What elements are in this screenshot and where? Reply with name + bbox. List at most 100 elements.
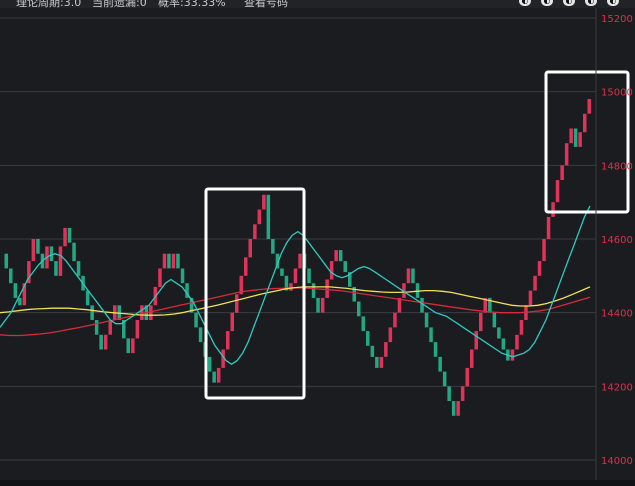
down-bar [85, 290, 90, 306]
up-bar [244, 257, 248, 276]
down-bar [307, 268, 311, 284]
up-bar [262, 194, 266, 210]
down-bar [343, 261, 347, 273]
up-bar [533, 275, 537, 291]
up-bar [465, 367, 469, 387]
y-tick-label: 14800 [601, 161, 633, 172]
up-bar [334, 250, 338, 262]
moving-average-lines [0, 205, 591, 365]
down-bar [180, 268, 185, 284]
down-bar [72, 242, 76, 262]
down-bar [90, 305, 94, 320]
up-bar [329, 261, 334, 280]
up-bar [551, 202, 555, 217]
up-bar [58, 246, 63, 276]
down-bar [357, 301, 361, 317]
up-bar [131, 338, 135, 354]
down-bar [497, 327, 501, 339]
down-bar [420, 297, 424, 313]
up-bar [103, 334, 108, 350]
y-tick-label: 15000 [601, 88, 633, 99]
down-bar [271, 239, 275, 254]
down-bar [194, 312, 198, 328]
down-bar [99, 334, 103, 350]
up-bar [388, 327, 393, 343]
down-bar [366, 331, 370, 346]
up-bar [555, 180, 560, 203]
up-bar [470, 349, 474, 368]
up-bar [135, 320, 140, 339]
down-bar [501, 338, 506, 350]
down-bar [167, 253, 171, 269]
y-tick-label: 14000 [601, 456, 633, 467]
highlight-box-left [204, 187, 306, 400]
up-bar [460, 386, 465, 401]
up-bar [379, 356, 384, 368]
up-bar [519, 320, 524, 335]
up-bar [253, 224, 257, 239]
up-bar [474, 331, 478, 350]
up-bar [108, 320, 112, 335]
up-bar [393, 312, 397, 328]
up-bar [560, 165, 564, 180]
down-bar [311, 283, 316, 298]
down-bar [4, 253, 8, 269]
down-bar [451, 401, 456, 416]
up-bar [479, 312, 483, 332]
up-bar [578, 132, 582, 147]
down-bar [67, 227, 72, 243]
up-bar [546, 216, 551, 239]
trend-bars [4, 99, 591, 416]
down-bar [13, 283, 18, 298]
up-bar [158, 268, 162, 287]
up-bar [406, 268, 411, 284]
y-tick-label: 14600 [601, 235, 633, 246]
down-bar [370, 345, 375, 357]
down-bar [36, 239, 40, 254]
down-bar [447, 386, 451, 401]
ma-fast-line [0, 205, 591, 365]
down-bar [94, 320, 99, 335]
down-bar [126, 338, 130, 354]
down-bar [9, 268, 13, 284]
up-bar [140, 305, 144, 320]
up-bar [325, 279, 329, 298]
up-bar [587, 99, 591, 114]
down-bar [429, 327, 433, 343]
down-bar [49, 246, 54, 262]
up-bar [583, 113, 587, 133]
down-bar [411, 268, 415, 284]
down-bar [198, 327, 203, 343]
up-bar [257, 209, 262, 225]
up-bar [528, 290, 533, 306]
up-bar [298, 253, 302, 269]
down-bar [207, 356, 212, 372]
up-bar [569, 128, 573, 144]
up-bar [289, 283, 293, 291]
down-bar [492, 312, 497, 328]
up-bar [564, 143, 569, 166]
up-bar [537, 261, 542, 276]
down-bar [280, 268, 284, 276]
up-bar [542, 239, 546, 262]
down-bar [54, 261, 58, 276]
up-bar [248, 239, 252, 258]
down-bar [76, 261, 81, 276]
up-bar [226, 331, 230, 350]
up-bar [456, 401, 460, 416]
up-bar [515, 334, 519, 350]
y-tick-label: 14400 [601, 309, 633, 320]
down-bar [424, 312, 429, 328]
grid-lines [0, 17, 596, 461]
down-bar [442, 371, 447, 387]
bottom-bar [0, 480, 635, 486]
up-bar [510, 349, 515, 361]
up-bar [320, 297, 325, 313]
down-bar [361, 316, 365, 332]
down-bar [176, 253, 180, 269]
up-bar [293, 268, 298, 284]
up-bar [171, 253, 176, 269]
down-bar [573, 128, 578, 147]
down-bar [433, 342, 438, 357]
down-bar [338, 250, 343, 262]
